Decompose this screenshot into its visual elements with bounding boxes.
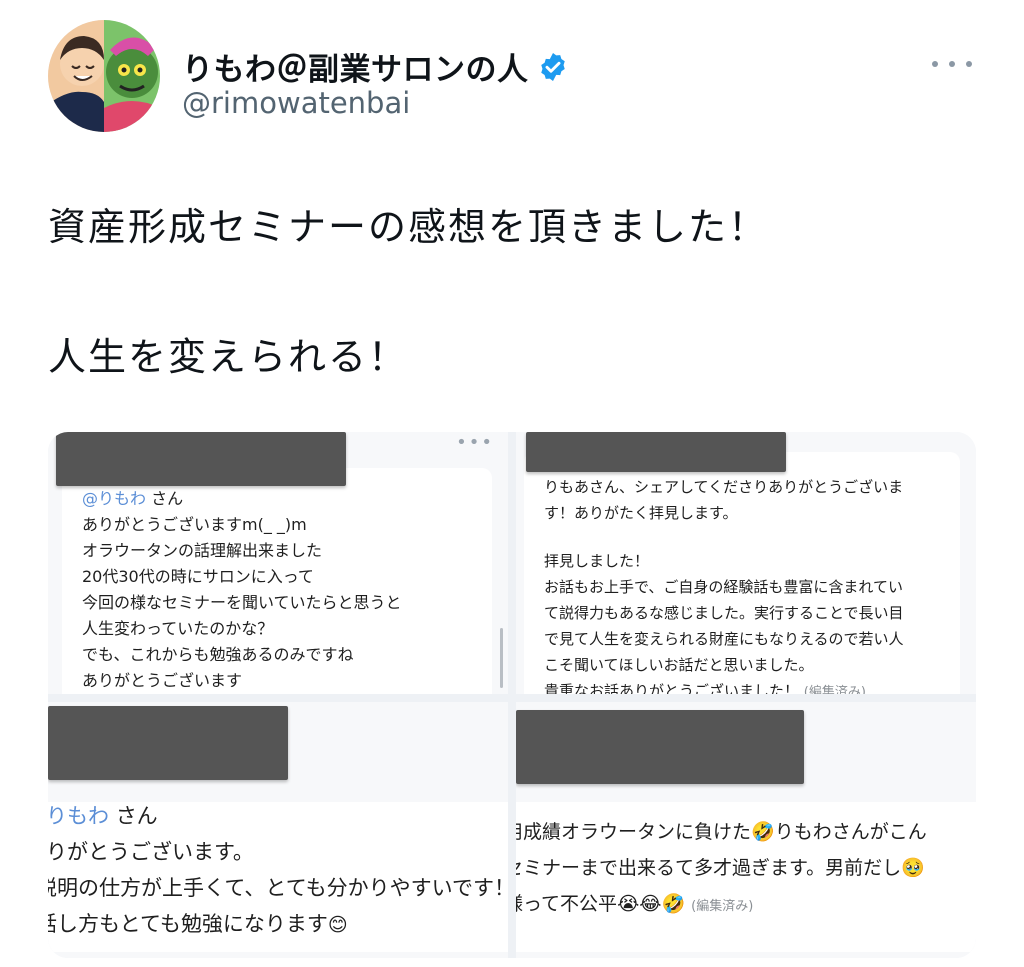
redaction-bar — [48, 706, 288, 780]
comment-line: ありがとうございます — [82, 671, 243, 690]
redaction-bar — [516, 710, 804, 784]
crying-laughing-emoji-icon: 😭😂🤣 — [617, 893, 686, 915]
more-dot — [949, 61, 955, 67]
more-dots-icon: ••• — [456, 432, 494, 453]
comment-line: 説明の仕方が上手くて、とても分かりやすいです！ — [48, 876, 508, 900]
comment-line: ありがとうございますm(_ _)m — [82, 515, 307, 534]
more-dot — [932, 61, 938, 67]
comment-line: でも、これからも勉強あるのみですね — [82, 645, 354, 664]
comment-line: 様って不公平 — [516, 893, 618, 915]
holding-tears-emoji-icon: 🥹 — [901, 857, 925, 879]
comment-line: りもあさん、シェアしてくださりありがとうございま — [544, 478, 904, 496]
comment-text: @りもわ さん — [82, 486, 183, 512]
comment-line: す！ありがたく拝見します。 — [544, 504, 738, 522]
comment-line: 用成績オラウータンに負けた — [516, 821, 752, 843]
mention: @りもわ — [82, 489, 147, 508]
comment-text: 話し方もとても勉強になります😊 — [48, 906, 348, 943]
comment-text: 様って不公平😭😂🤣 (編集済み) — [516, 886, 753, 925]
name-row: りもわ＠副業サロンの人 — [182, 44, 569, 89]
verified-badge-icon — [540, 52, 565, 81]
media-image-2[interactable]: りもあさん、シェアしてくださりありがとうございま す！ありがたく拝見します。 拝… — [516, 432, 976, 694]
scrollbar[interactable] — [500, 628, 503, 688]
tweet-text-line: 資産形成セミナーの感想を頂きました！ — [48, 205, 769, 249]
comment-text: セミナーまで出来るて多才過ぎます。男前だし🥹 — [516, 850, 925, 886]
comment-line: こそ聞いてほしいお話だと思いました。 — [544, 656, 814, 674]
comment-line: りもわさんがこん — [774, 821, 927, 843]
avatar[interactable] — [48, 20, 160, 132]
more-dot — [966, 61, 972, 67]
edited-label: (編集済み) — [691, 899, 754, 914]
comment-line: さん — [151, 489, 184, 508]
comment-line: りがとうございます。 — [48, 840, 254, 864]
media-image-4[interactable]: 用成績オラウータンに負けた🤣りもわさんがこん セミナーまで出来るて多才過ぎます。… — [516, 702, 976, 958]
redaction-bar — [56, 432, 346, 486]
comment-line: 拝見しました！ — [544, 552, 650, 570]
comment-line: 人生変わっていたのかな？ — [82, 619, 274, 638]
comment-text: 用成績オラウータンに負けた🤣りもわさんがこん — [516, 814, 927, 850]
user-handle[interactable]: @rimowatenbai — [182, 86, 410, 120]
redaction-bar — [526, 432, 786, 472]
comment-line: 話し方もとても勉強になります — [48, 912, 328, 936]
comment-line: 今回の様なセミナーを聞いていたらと思うと — [82, 593, 402, 612]
comment-line: 20代30代の時にサロンに入って — [82, 567, 314, 586]
comment-line: セミナーまで出来るて多才過ぎます。男前だし — [516, 857, 902, 879]
media-grid[interactable]: ••• @りもわ さん ありがとうございますm(_ _)m オラウータンの話理解… — [48, 432, 976, 958]
comment-line: 貴重なお話ありがとうございました！ (編集済み) — [544, 678, 866, 694]
comment-line: さん — [115, 804, 158, 828]
comment-line: で見て人生を変えられる財産にもなりえるので若い人 — [544, 630, 904, 648]
comment-line: お話もお上手で、ご自身の経験話も豊富に含まれてい — [544, 578, 903, 596]
tweet-header: りもわ＠副業サロンの人 @rimowatenbai — [48, 20, 984, 138]
smile-emoji-icon: 😊 — [327, 914, 348, 936]
comment-text: りもわ さん — [48, 798, 158, 834]
media-image-1[interactable]: ••• @りもわ さん ありがとうございますm(_ _)m オラウータンの話理解… — [48, 432, 508, 694]
rofl-emoji-icon: 🤣 — [751, 821, 775, 843]
comment-line: 貴重なお話ありがとうございました！ — [544, 682, 800, 694]
media-image-3[interactable]: りもわ さん りがとうございます。 説明の仕方が上手くて、とても分かりやすいです… — [48, 702, 508, 958]
more-options-icon[interactable] — [932, 54, 972, 74]
mention: りもわ — [48, 804, 109, 828]
display-name[interactable]: りもわ＠副業サロンの人 — [182, 44, 529, 89]
edited-label: (編集済み) — [803, 685, 866, 694]
comment-line: て説得力もあるな感じました。実行することで長い目 — [544, 604, 904, 622]
comment-line: オラウータンの話理解出来ました — [82, 541, 323, 560]
tweet-text-line: 人生を変えられる！ — [48, 335, 409, 379]
